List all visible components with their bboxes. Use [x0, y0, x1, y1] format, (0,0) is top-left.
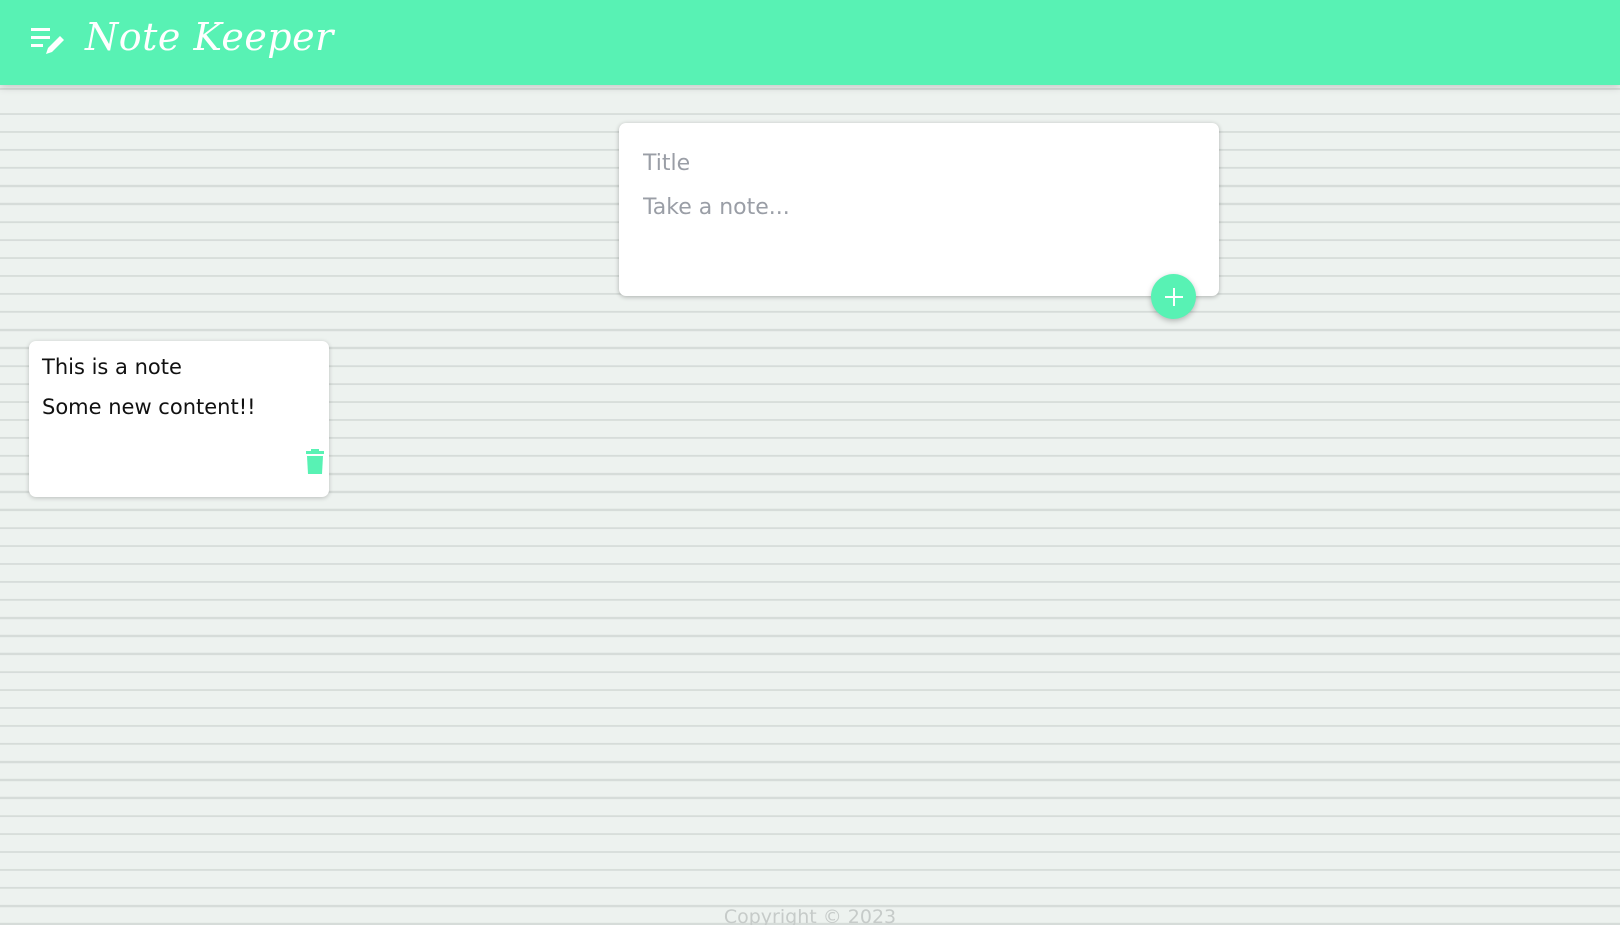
app-header: Note Keeper	[0, 0, 1620, 85]
delete-note-button[interactable]	[300, 447, 330, 477]
title-input[interactable]	[643, 147, 1183, 179]
note-title: This is a note	[42, 355, 182, 379]
note-content: Some new content!!	[42, 395, 256, 419]
note-compose-form	[619, 123, 1219, 296]
app-title: Note Keeper	[85, 15, 334, 59]
trash-icon	[300, 449, 330, 480]
notes-edit-icon	[31, 25, 69, 59]
copyright-text: Copyright © 2023	[723, 906, 897, 925]
note-content-input[interactable]	[643, 193, 1183, 257]
plus-icon	[1151, 287, 1196, 307]
add-note-button[interactable]	[1151, 274, 1196, 319]
note-card: This is a note Some new content!!	[29, 341, 329, 497]
